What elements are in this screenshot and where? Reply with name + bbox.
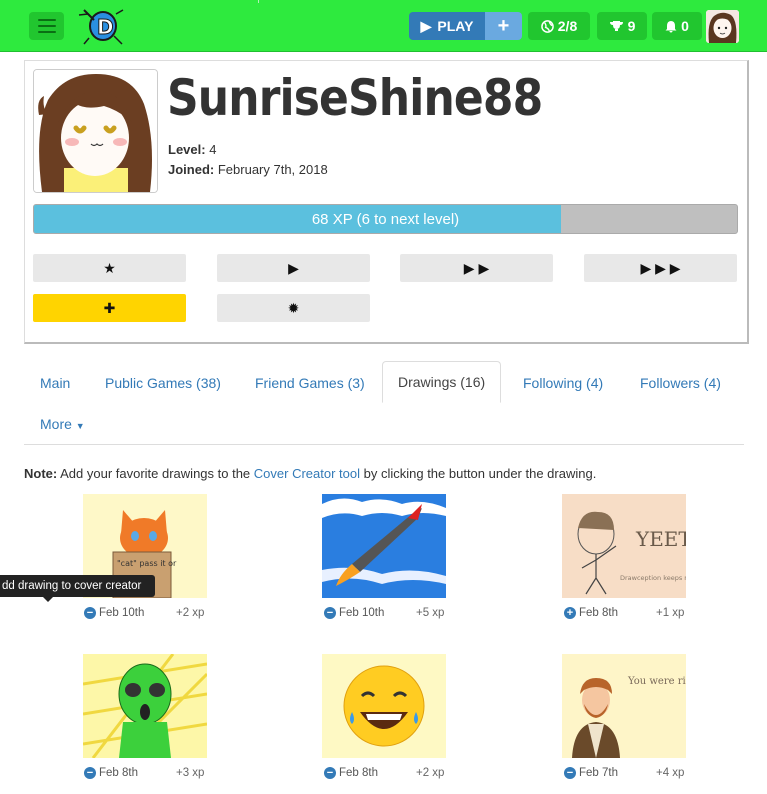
level-row: Level: 4 [168,142,216,157]
menu-toggle-button[interactable] [29,12,64,40]
play-label: PLAY [437,18,474,34]
tab-following[interactable]: Following (4) [523,375,603,391]
plus-icon: ✚ [103,299,116,316]
svg-text:D: D [97,15,114,39]
hamburger-line [37,19,56,21]
remove-from-cover-icon[interactable]: − [564,767,576,779]
joined-label: Joined: [168,162,215,177]
profile-card: SunriseShine88 Level: 4 Joined: February… [24,60,749,344]
yeet-text: YEET [635,527,686,551]
play-single-button[interactable]: ▶ [217,254,370,282]
caret-down-icon: ▼ [75,421,85,431]
drawing-date: Feb 8th [99,767,138,779]
tab-more[interactable]: More ▼ [40,416,85,432]
drawing-date: Feb 8th [579,607,618,619]
profile-tabs: Main Public Games (38) Friend Games (3) … [24,361,744,445]
trophy-icon [609,21,623,31]
level-label: Level: [168,142,206,157]
drawing-date: Feb 7th [579,767,618,779]
triple-play-icon: ▶ ▶ ▶ [640,259,681,276]
play-icon: ▶ [288,259,299,276]
drawing-thumbnail-alien[interactable] [83,654,207,758]
cat-sign-text: "cat" pass it or [117,559,177,568]
drawing-meta: − Feb 8th +2 xp [324,767,444,779]
burst-icon: ✹ [287,299,300,316]
remove-from-cover-icon[interactable]: − [84,607,96,619]
level-value: 4 [209,142,217,157]
play-icon: ▶ [420,17,432,34]
cover-creator-link[interactable]: Cover Creator tool [254,466,360,481]
tab-main[interactable]: Main [40,375,70,391]
xp-progress-bar: 68 XP (6 to next level) [33,204,738,234]
drawing-thumbnail-obiwan[interactable]: You were right about 1 thing master [562,654,686,758]
drawing-meta: − Feb 10th +2 xp [84,607,204,619]
user-avatar[interactable] [706,10,739,43]
profile-picture [33,69,158,193]
drawing-date: Feb 10th [339,607,385,619]
play-button[interactable]: ▶ PLAY [409,12,485,40]
trophies-count: 9 [627,18,636,34]
drawing-xp: +2 xp [416,767,445,779]
add-to-cover-icon[interactable]: + [564,607,576,619]
remove-from-cover-icon[interactable]: − [324,607,336,619]
notifications-count: 0 [681,18,689,34]
drawing-thumbnail-yeet[interactable]: YEET Drawception keeps reloading the ARG… [562,494,686,598]
hamburger-line [37,31,56,33]
games-count: 2/8 [557,18,578,34]
joined-row: Joined: February 7th, 2018 [168,162,328,177]
bell-icon [665,20,677,32]
top-navbar: D ▶ PLAY + 2/8 9 0 [0,0,767,52]
drawing-meta: − Feb 10th +5 xp [324,607,444,619]
trophies-button[interactable]: 9 [597,12,647,40]
drawing-meta: + Feb 8th +1 xp [564,607,684,619]
remove-from-cover-icon[interactable]: − [324,767,336,779]
tab-public-games[interactable]: Public Games (38) [105,375,221,391]
double-play-icon: ▶ ▶ [463,259,490,276]
divider [258,0,259,3]
note-text: Add your favorite drawings to the [57,466,254,481]
tab-more-label: More [40,416,72,432]
tab-followers[interactable]: Followers (4) [640,375,721,391]
drawing-xp: +5 xp [416,607,445,619]
drawing-xp: +2 xp [176,607,205,619]
play-double-button[interactable]: ▶ ▶ [400,254,553,282]
play-triple-button[interactable]: ▶ ▶ ▶ [584,254,737,282]
note-text: by clicking the button under the drawing… [360,466,597,481]
plus-icon: + [497,14,510,37]
joined-value: February 7th, 2018 [217,162,328,177]
yeet-caption-text: Drawception keeps reloading the ARGH [620,574,686,582]
drawing-date: Feb 8th [339,767,378,779]
create-game-button[interactable]: + [485,12,522,40]
cover-creator-tooltip: dd drawing to cover creator [0,575,155,597]
globe-icon [540,19,554,33]
badge-button[interactable]: ✹ [217,294,370,322]
hamburger-line [37,25,56,27]
drawing-thumbnail-emoji[interactable] [322,654,446,758]
note-prefix: Note: [24,466,58,481]
star-icon: ★ [103,259,116,276]
drawing-meta: − Feb 8th +3 xp [84,767,204,779]
notifications-button[interactable]: 0 [652,12,702,40]
drawception-logo[interactable]: D [76,6,126,46]
drawing-xp: +1 xp [656,607,685,619]
quote-text: You were right about 1 thing master [627,676,686,687]
cover-creator-note: Note: Add your favorite drawings to the … [24,466,596,481]
drawing-thumbnail-rocket[interactable] [322,494,446,598]
favorites-button[interactable]: ★ [33,254,186,282]
xp-progress-text: 68 XP (6 to next level) [311,210,460,228]
tooltip-arrow [43,597,53,602]
drawing-date: Feb 10th [99,607,145,619]
tab-friend-games[interactable]: Friend Games (3) [255,375,365,391]
drawing-xp: +3 xp [176,767,205,779]
add-button[interactable]: ✚ [33,294,186,322]
drawing-xp: +4 xp [656,767,685,779]
username: SunriseShine88 [167,69,543,127]
tab-drawings[interactable]: Drawings (16) [382,361,502,403]
drawing-meta: − Feb 7th +4 xp [564,767,684,779]
games-count-button[interactable]: 2/8 [528,12,590,40]
remove-from-cover-icon[interactable]: − [84,767,96,779]
